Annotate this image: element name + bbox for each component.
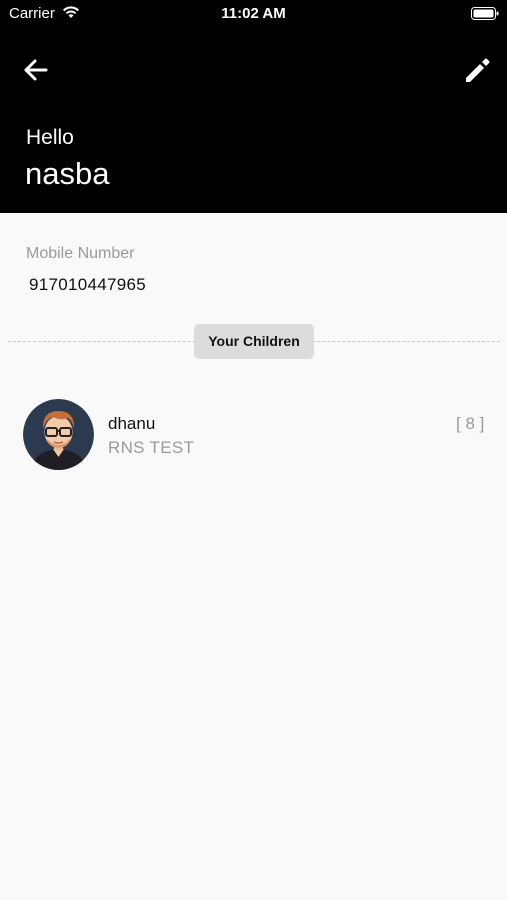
battery-icon xyxy=(471,7,499,20)
mobile-number-value: 917010447965 xyxy=(29,275,147,294)
child-school: RNS TEST xyxy=(108,438,195,457)
child-name: dhanu xyxy=(108,414,156,433)
username: nasba xyxy=(25,156,110,191)
child-list-item[interactable]: dhanu RNS TEST [ 8 ] xyxy=(0,394,507,474)
back-button[interactable] xyxy=(20,54,52,86)
status-bar: Carrier 11:02 AM xyxy=(0,0,507,28)
your-children-label: Your Children xyxy=(194,324,314,359)
edit-profile-button[interactable] xyxy=(461,53,495,87)
profile-header: Carrier 11:02 AM Hello nasba xyxy=(0,0,507,213)
arrow-left-icon xyxy=(24,59,48,81)
clock: 11:02 AM xyxy=(221,5,286,22)
greeting: Hello xyxy=(26,126,74,149)
avatar-icon xyxy=(23,399,94,470)
mobile-number-label: Mobile Number xyxy=(26,245,135,262)
pencil-icon xyxy=(466,58,490,82)
child-class-badge: [ 8 ] xyxy=(456,414,485,433)
